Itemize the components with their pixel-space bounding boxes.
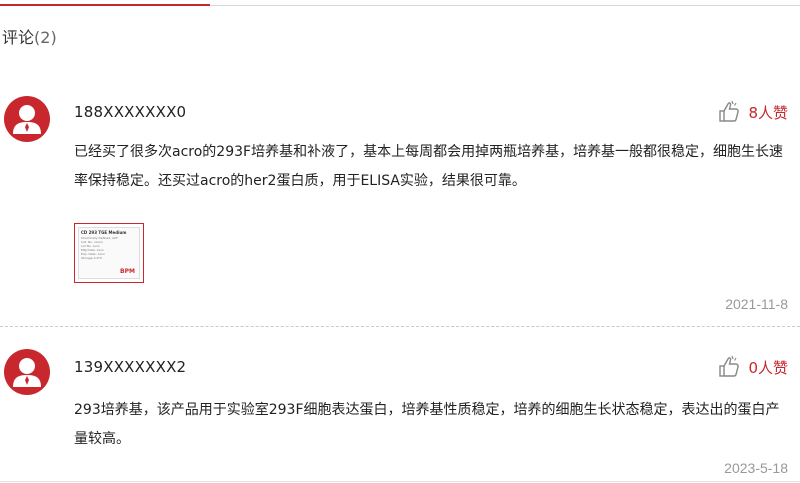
user-avatar-icon[interactable]: [4, 349, 50, 395]
section-title-label: 评论: [2, 28, 35, 47]
like-button[interactable]: 8人赞: [718, 100, 788, 124]
comment-divider: [0, 326, 800, 327]
comments-section-title: 评论(2): [2, 24, 57, 48]
like-count: 0人赞: [748, 358, 788, 377]
user-avatar-icon[interactable]: [4, 96, 50, 142]
thumbnail-line: Storage 2-8°C: [81, 256, 103, 260]
comment-text-line: 已经买了很多次acro的293F培养基和补液了，基本上每周都会用掉两瓶培养基，培…: [74, 144, 784, 160]
bottom-divider: [0, 481, 800, 482]
comment-count: (2): [34, 28, 57, 47]
comment-date: 2021-11-8: [725, 296, 788, 312]
like-button[interactable]: 0人赞: [718, 355, 788, 379]
top-accent-bar: [0, 4, 210, 6]
comment-image-thumbnail[interactable]: CD 293 TGE Medium Chemically Defined, AC…: [74, 223, 144, 283]
thumbnail-title: CD 293 TGE Medium: [81, 230, 127, 235]
comment-text-line: 量较高。: [74, 431, 130, 447]
thumbs-up-icon: [719, 100, 740, 122]
comment-content: 293培养基，该产品用于实验室293F细胞表达蛋白，培养基性质稳定，培养的细胞生…: [74, 396, 792, 454]
comment-username: 139XXXXXXX2: [74, 358, 187, 376]
comment-content: 已经买了很多次acro的293F培养基和补液了，基本上每周都会用掉两瓶培养基，培…: [74, 138, 792, 196]
thumbs-up-icon: [719, 355, 740, 377]
thumbnail-brand: BPM: [120, 268, 135, 275]
comment-text-line: 率保持稳定。还买过acro的her2蛋白质，用于ELISA实验，结果很可靠。: [74, 173, 526, 189]
comment-text-line: 293培养基，该产品用于实验室293F细胞表达蛋白，培养基性质稳定，培养的细胞生…: [74, 402, 780, 418]
comment-username: 188XXXXXXX0: [74, 103, 187, 121]
like-count: 8人赞: [748, 103, 788, 122]
comment-date: 2023-5-18: [724, 460, 788, 476]
